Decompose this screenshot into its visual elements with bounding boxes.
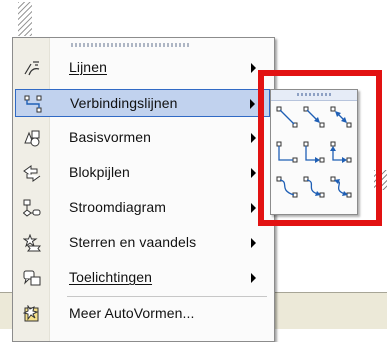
menu-item-label: Blokpijlen [69, 164, 130, 180]
menu-item-label: Meer AutoVormen... [69, 305, 195, 321]
submenu-arrow-icon [251, 273, 256, 283]
flowchart-icon [23, 199, 41, 217]
basic-shapes-icon [24, 130, 40, 147]
stars-banners-icon [23, 234, 41, 252]
menu-item-label: Toelichtingen [69, 269, 153, 285]
menu-separator [67, 296, 267, 297]
submenu-arrow-icon [251, 63, 256, 73]
menu-item-label: Verbindingslijnen [70, 95, 178, 111]
menu-item-label: Sterren en vaandels [69, 234, 197, 250]
submenu-arrow-icon [250, 99, 255, 109]
menu-drag-grip[interactable] [71, 43, 191, 47]
submenu-arrow-icon [251, 168, 256, 178]
menu-item-more-autoshapes[interactable]: Meer AutoVormen... [15, 300, 270, 328]
submenu-arrow-icon [251, 133, 256, 143]
menu-item-connectors[interactable]: Verbindingslijnen [15, 89, 270, 117]
connectors-icon [24, 95, 42, 113]
menu-item-label: Basisvormen [69, 129, 152, 145]
menu-item-lines[interactable]: Lijnen [15, 54, 270, 82]
callouts-icon [23, 270, 41, 286]
menu-item-block-arrows[interactable]: Blokpijlen [15, 159, 270, 187]
menu-item-stars-banners[interactable]: Sterren en vaandels [15, 229, 270, 257]
menu-item-label: Stroomdiagram [69, 199, 167, 215]
lines-icon [24, 61, 40, 76]
menu-item-label: Lijnen [69, 59, 107, 75]
menu-icon-strip [13, 38, 50, 341]
more-autoshapes-icon [23, 305, 39, 322]
submenu-arrow-icon [251, 203, 256, 213]
autoshapes-menu: Lijnen Verbindingslijnen Basisvormen Blo… [12, 37, 275, 342]
menu-item-basic-shapes[interactable]: Basisvormen [15, 124, 270, 152]
block-arrows-icon [23, 165, 41, 182]
submenu-arrow-icon [251, 238, 256, 248]
toolbar-grip-hatch [18, 2, 32, 36]
highlight-annotation-box [258, 70, 382, 226]
menu-item-flowchart[interactable]: Stroomdiagram [15, 194, 270, 222]
menu-item-callouts[interactable]: Toelichtingen [15, 264, 270, 292]
